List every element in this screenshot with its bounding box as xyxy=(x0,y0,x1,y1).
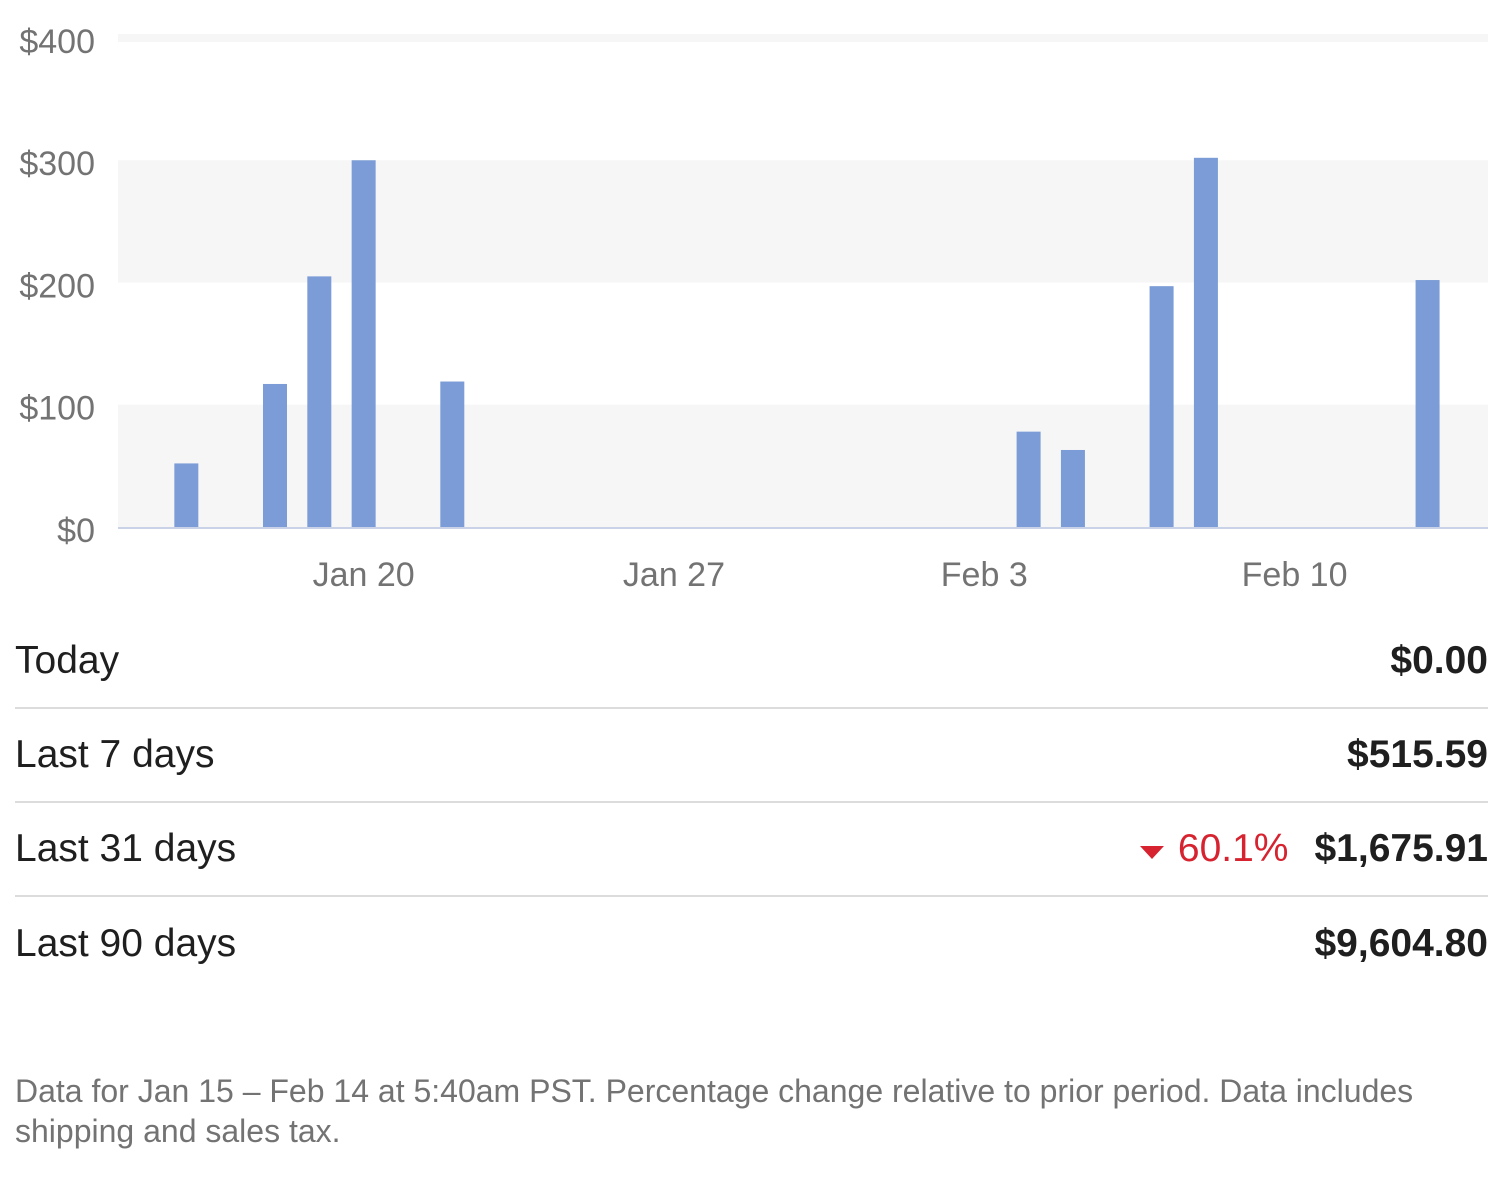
bar xyxy=(174,463,199,527)
row-right: $0.00 xyxy=(1390,639,1488,683)
row-value: $1,675.91 xyxy=(1314,827,1488,870)
percent-change: 60.1% xyxy=(1139,827,1289,871)
x-tick-label: Feb 10 xyxy=(1242,556,1348,594)
y-tick-label: $200 xyxy=(19,267,95,305)
row-right: $515.59 xyxy=(1347,733,1488,777)
bar xyxy=(351,160,376,527)
summary-row-last-7-days: Last 7 days $515.59 xyxy=(15,709,1488,803)
revenue-summary: Today $0.00 Last 7 days $515.59 Last 31 … xyxy=(15,615,1488,991)
x-tick-label: Feb 3 xyxy=(941,556,1028,594)
y-tick-label: $300 xyxy=(19,145,95,183)
summary-row-today: Today $0.00 xyxy=(15,615,1488,709)
revenue-bar-chart: $0 $100 $200 $300 $400 Jan 20 Jan 27 Feb 3 Feb … xyxy=(19,23,1488,594)
bar xyxy=(1193,157,1218,527)
bar xyxy=(1060,449,1085,527)
y-tick-label: $400 xyxy=(19,23,95,61)
x-axis: Jan 20 Jan 27 Feb 3 Feb 10 xyxy=(313,556,1348,594)
bar xyxy=(1415,280,1440,527)
row-label: Last 7 days xyxy=(15,733,215,776)
row-label: Last 90 days xyxy=(15,922,237,965)
row-value: $515.59 xyxy=(1347,733,1488,776)
grid-band xyxy=(118,34,1488,42)
bar xyxy=(262,383,287,527)
x-tick-label: Jan 20 xyxy=(313,556,415,594)
y-tick-label: $100 xyxy=(19,390,95,428)
row-value: $0.00 xyxy=(1390,639,1488,682)
row-value: $9,604.80 xyxy=(1314,922,1488,965)
summary-row-last-31-days: Last 31 days 60.1% $1,675.91 xyxy=(15,803,1488,897)
row-right: 60.1% $1,675.91 xyxy=(1139,827,1488,871)
summary-row-last-90-days: Last 90 days $9,604.80 xyxy=(15,897,1488,991)
x-tick-label: Jan 27 xyxy=(623,556,725,594)
bar xyxy=(307,276,332,527)
bar xyxy=(440,381,465,527)
percent-change-value: 60.1% xyxy=(1177,827,1289,870)
triangle-down-icon xyxy=(1139,845,1164,859)
row-label: Today xyxy=(15,639,120,682)
bar xyxy=(1016,431,1041,527)
row-label: Last 31 days xyxy=(15,827,237,870)
y-tick-label: $0 xyxy=(57,512,95,550)
grid-band xyxy=(118,160,1488,283)
y-axis: $0 $100 $200 $300 $400 xyxy=(19,23,95,550)
footnote: Data for Jan 15 – Feb 14 at 5:40am PST. … xyxy=(15,1073,1414,1149)
bar xyxy=(1149,286,1174,527)
row-right: $9,604.80 xyxy=(1314,922,1488,966)
